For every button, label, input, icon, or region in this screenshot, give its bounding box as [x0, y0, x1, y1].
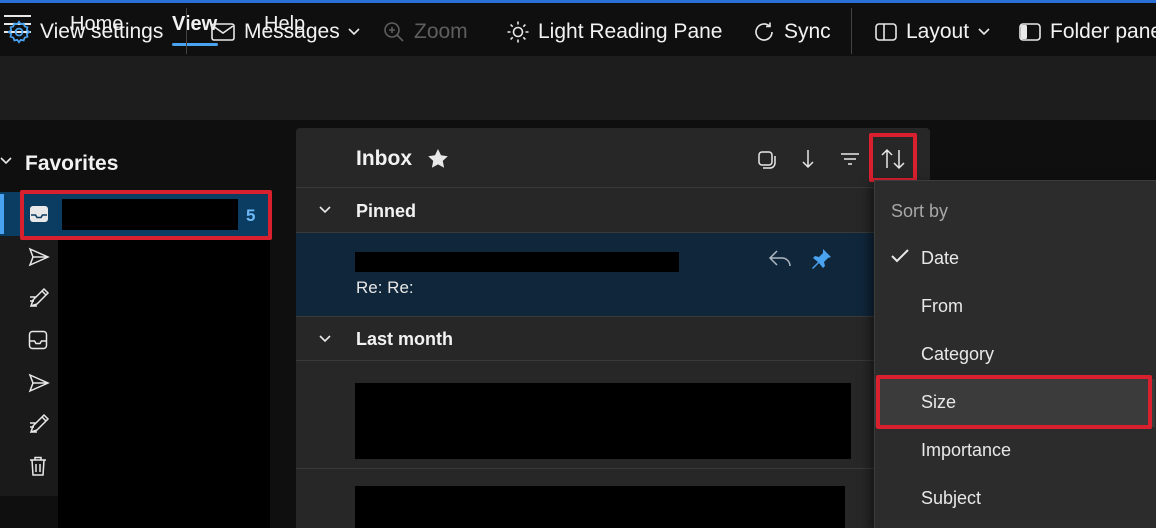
- folder-title: Inbox: [356, 147, 412, 170]
- send-icon[interactable]: [28, 373, 50, 393]
- folder-pane-icon: [1019, 23, 1041, 41]
- chevron-down-icon: [978, 28, 990, 36]
- envelope-icon: [211, 23, 235, 41]
- messages-label: Messages: [244, 20, 340, 43]
- sort-option-label: Date: [921, 248, 960, 268]
- folder-pane: [58, 236, 270, 528]
- view-settings-label: View settings: [40, 20, 164, 43]
- layout-button[interactable]: Layout: [874, 18, 990, 46]
- sort-option-from[interactable]: From: [875, 283, 1155, 331]
- light-reading-pane-label: Light Reading Pane: [538, 20, 723, 43]
- favorites-header[interactable]: Favorites: [25, 152, 118, 176]
- reply-icon[interactable]: [768, 248, 792, 268]
- select-mode-icon[interactable]: [757, 150, 777, 170]
- folder-pane-label: Folder pane: [1050, 20, 1156, 43]
- group-header-pinned[interactable]: Pinned: [296, 189, 874, 233]
- drafts-icon[interactable]: [28, 287, 50, 309]
- chevron-down-icon: [319, 335, 331, 343]
- redacted-folder-name: [62, 199, 238, 230]
- zoom-in-icon: [384, 22, 404, 42]
- group-label: Last month: [356, 329, 453, 349]
- inbox-icon[interactable]: [28, 330, 48, 350]
- redacted-message-content: [355, 486, 845, 528]
- layout-label: Layout: [906, 20, 970, 43]
- chevron-down-icon[interactable]: [0, 155, 12, 167]
- send-icon[interactable]: [28, 247, 50, 267]
- chevron-down-icon: [348, 28, 360, 36]
- sort-option-subject[interactable]: Subject: [875, 475, 1155, 523]
- trash-icon[interactable]: [28, 455, 48, 477]
- ribbon-divider: [186, 8, 187, 54]
- filter-icon[interactable]: [840, 152, 860, 166]
- redacted-sender: [355, 252, 679, 272]
- group-header-last-month[interactable]: Last month: [296, 317, 874, 361]
- redacted-message-content: [355, 383, 851, 459]
- message-subject: Re: Re:: [356, 278, 414, 297]
- sort-option-date[interactable]: Date: [875, 235, 1155, 283]
- sort-option-label: From: [921, 296, 963, 316]
- group-label: Pinned: [356, 201, 417, 221]
- view-settings-button[interactable]: View settings: [6, 18, 163, 46]
- drafts-icon[interactable]: [28, 413, 50, 435]
- sort-option-label: Size: [921, 392, 957, 412]
- chevron-down-icon: [319, 206, 331, 214]
- ribbon-divider: [851, 8, 852, 54]
- jump-to-icon[interactable]: [800, 148, 816, 170]
- unread-count-badge: 5: [246, 206, 256, 225]
- sync-icon: [755, 22, 773, 41]
- zoom-button[interactable]: Zoom: [382, 18, 468, 46]
- checkmark-icon: [891, 249, 909, 263]
- sort-option-category[interactable]: Category: [875, 331, 1155, 379]
- sort-menu-header: Sort by: [891, 201, 949, 221]
- layout-icon: [875, 23, 897, 41]
- selection-indicator: [0, 194, 4, 234]
- sun-icon: [507, 21, 529, 43]
- sort-option-label: Importance: [921, 440, 1012, 460]
- gear-icon: [7, 20, 31, 44]
- star-icon[interactable]: [427, 148, 449, 169]
- sort-icon[interactable]: [880, 148, 906, 170]
- sync-button[interactable]: Sync: [752, 18, 831, 46]
- light-reading-pane-button[interactable]: Light Reading Pane: [506, 18, 722, 46]
- zoom-label: Zoom: [414, 20, 468, 43]
- sync-label: Sync: [784, 20, 831, 43]
- inbox-icon: [30, 206, 48, 222]
- sort-option-label: Subject: [921, 488, 982, 508]
- sort-option-label: Category: [921, 344, 995, 364]
- sort-option-size[interactable]: Size: [875, 379, 1155, 427]
- folder-pane-button[interactable]: Folder pane: [1018, 18, 1156, 46]
- message-item-pinned[interactable]: [296, 233, 874, 317]
- pin-icon[interactable]: [810, 248, 832, 270]
- sort-option-importance[interactable]: Importance: [875, 427, 1155, 475]
- ribbon-toolbar: [0, 56, 1156, 120]
- messages-button[interactable]: Messages: [210, 18, 360, 46]
